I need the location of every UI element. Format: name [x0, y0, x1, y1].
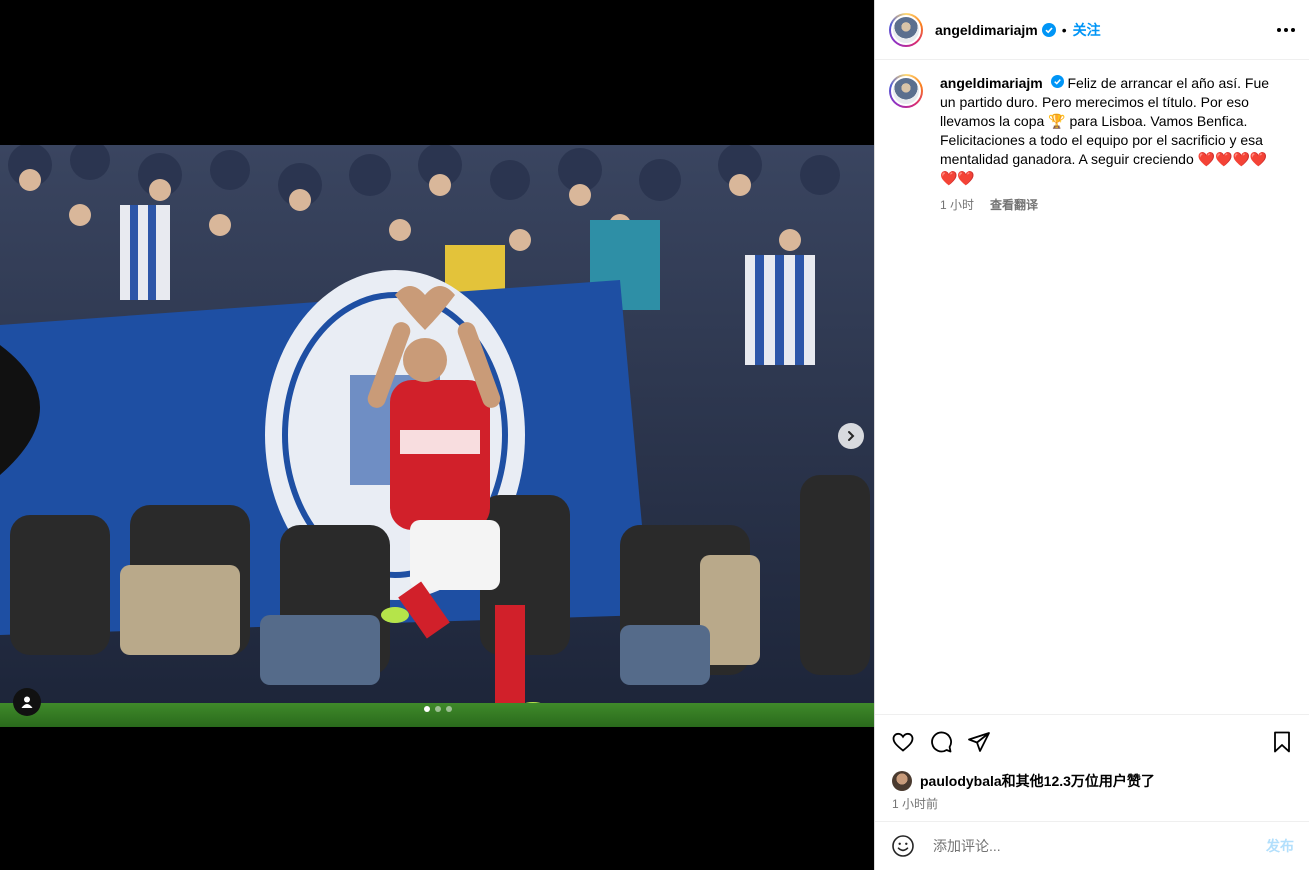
author-username[interactable]: angeldimariajm	[935, 22, 1038, 38]
emoji-picker-button[interactable]	[891, 834, 915, 858]
post-header: angeldimariajm • 关注	[875, 0, 1309, 60]
post-timestamp[interactable]: 1 小时前	[892, 795, 938, 812]
caption-timestamp: 1 小时	[940, 198, 975, 212]
save-button[interactable]	[1270, 730, 1294, 754]
caption-author-username[interactable]: angeldimariajm	[940, 75, 1043, 91]
share-icon	[968, 731, 990, 752]
likes-summary[interactable]: paulodybala和其他12.3万位用户赞了	[892, 771, 1155, 791]
caption-content: Feliz de arrancar el año así. Fue un par…	[940, 75, 1270, 186]
carousel-next-button[interactable]	[838, 423, 864, 449]
author-avatar[interactable]	[889, 12, 923, 47]
caption-author-avatar[interactable]	[889, 74, 923, 108]
follow-button[interactable]: 关注	[1073, 20, 1101, 40]
post-photo[interactable]	[0, 145, 874, 727]
verified-badge-icon	[1050, 75, 1064, 88]
verified-badge-icon	[1041, 22, 1056, 37]
caption-body: angeldimariajm Feliz de arrancar el año …	[940, 74, 1280, 213]
post-details-panel: angeldimariajm • 关注 angeldimariajm Feliz…	[874, 0, 1309, 870]
share-button[interactable]	[967, 730, 991, 754]
carousel-indicator	[424, 706, 452, 712]
comment-bar: 发布	[875, 821, 1309, 870]
chevron-right-icon	[848, 431, 855, 441]
comment-input[interactable]	[931, 837, 1266, 855]
caption-text: angeldimariajm Feliz de arrancar el año …	[940, 74, 1280, 188]
see-translation-button[interactable]: 查看翻译	[990, 196, 1038, 213]
comment-icon	[931, 731, 952, 752]
bookmark-icon	[1274, 731, 1290, 752]
post-comment-button[interactable]: 发布	[1266, 836, 1294, 856]
post-media	[0, 0, 874, 870]
football-celebration-photo	[0, 145, 874, 727]
caption-meta: 1 小时 查看翻译	[940, 196, 1280, 213]
carousel-dot	[435, 706, 441, 712]
carousel-dot	[446, 706, 452, 712]
liker-avatar	[892, 771, 912, 791]
user-tags-button[interactable]	[13, 688, 41, 716]
heart-icon	[892, 732, 914, 752]
post-actions-bar	[875, 714, 1309, 768]
more-options-icon[interactable]	[1277, 27, 1295, 32]
user-tag-icon	[21, 696, 33, 708]
likes-text[interactable]: paulodybala和其他12.3万位用户赞了	[920, 771, 1155, 791]
caption-section: angeldimariajm Feliz de arrancar el año …	[875, 60, 1309, 213]
separator-dot: •	[1061, 21, 1067, 38]
emoji-icon	[892, 835, 914, 857]
carousel-dot	[424, 706, 430, 712]
comment-button[interactable]	[929, 730, 953, 754]
like-button[interactable]	[891, 730, 915, 754]
